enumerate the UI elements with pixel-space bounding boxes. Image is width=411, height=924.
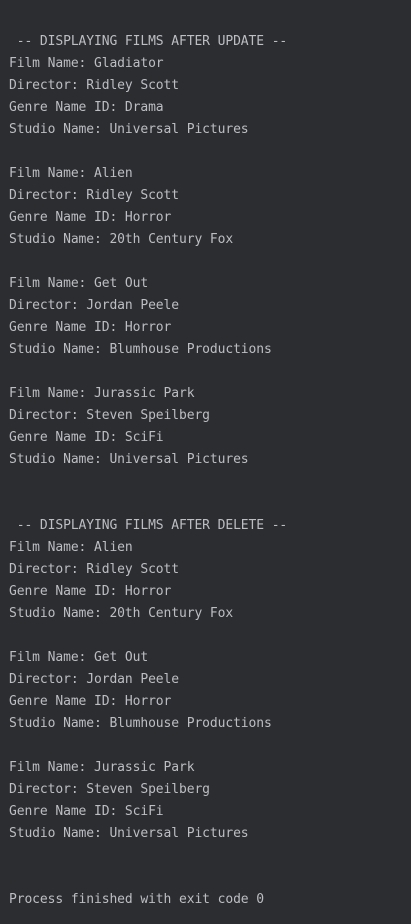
console-line-film-name: Film Name: Alien xyxy=(9,166,133,181)
console-line-director: Director: Ridley Scott xyxy=(9,78,179,93)
console-line-film-name: Film Name: Jurassic Park xyxy=(9,760,195,775)
console-line-director: Director: Steven Speilberg xyxy=(9,408,210,423)
console-line-exit-status: Process finished with exit code 0 xyxy=(9,892,264,907)
console-line-genre: Genre Name ID: Horror xyxy=(9,584,172,599)
console-line-genre: Genre Name ID: SciFi xyxy=(9,804,164,819)
console-line-director: Director: Steven Speilberg xyxy=(9,782,210,797)
console-line-film-name: Film Name: Get Out xyxy=(9,650,149,665)
console-line-studio: Studio Name: 20th Century Fox xyxy=(9,232,234,247)
console-line-director: Director: Ridley Scott xyxy=(9,562,179,577)
console-line-studio: Studio Name: Universal Pictures xyxy=(9,452,249,467)
console-line-genre: Genre Name ID: Horror xyxy=(9,694,172,709)
console-line-studio: Studio Name: Blumhouse Productions xyxy=(9,342,272,357)
console-line-genre: Genre Name ID: Horror xyxy=(9,320,172,335)
console-line-section-header: -- DISPLAYING FILMS AFTER DELETE -- xyxy=(9,518,288,533)
console-line-film-name: Film Name: Jurassic Park xyxy=(9,386,195,401)
console-line-director: Director: Jordan Peele xyxy=(9,298,179,313)
console-line-film-name: Film Name: Alien xyxy=(9,540,133,555)
console-line-studio: Studio Name: Universal Pictures xyxy=(9,122,249,137)
console-line-genre: Genre Name ID: Drama xyxy=(9,100,164,115)
console-line-section-header: -- DISPLAYING FILMS AFTER UPDATE -- xyxy=(9,34,288,49)
console-line-genre: Genre Name ID: SciFi xyxy=(9,430,164,445)
console-line-film-name: Film Name: Get Out xyxy=(9,276,149,291)
console-line-genre: Genre Name ID: Horror xyxy=(9,210,172,225)
console-line-studio: Studio Name: Blumhouse Productions xyxy=(9,716,272,731)
console-line-film-name: Film Name: Gladiator xyxy=(9,56,164,71)
console-line-director: Director: Jordan Peele xyxy=(9,672,179,687)
console-line-studio: Studio Name: 20th Century Fox xyxy=(9,606,234,621)
console-line-director: Director: Ridley Scott xyxy=(9,188,179,203)
console-line-studio: Studio Name: Universal Pictures xyxy=(9,826,249,841)
console-output[interactable]: -- DISPLAYING FILMS AFTER UPDATE -- Film… xyxy=(0,0,411,924)
